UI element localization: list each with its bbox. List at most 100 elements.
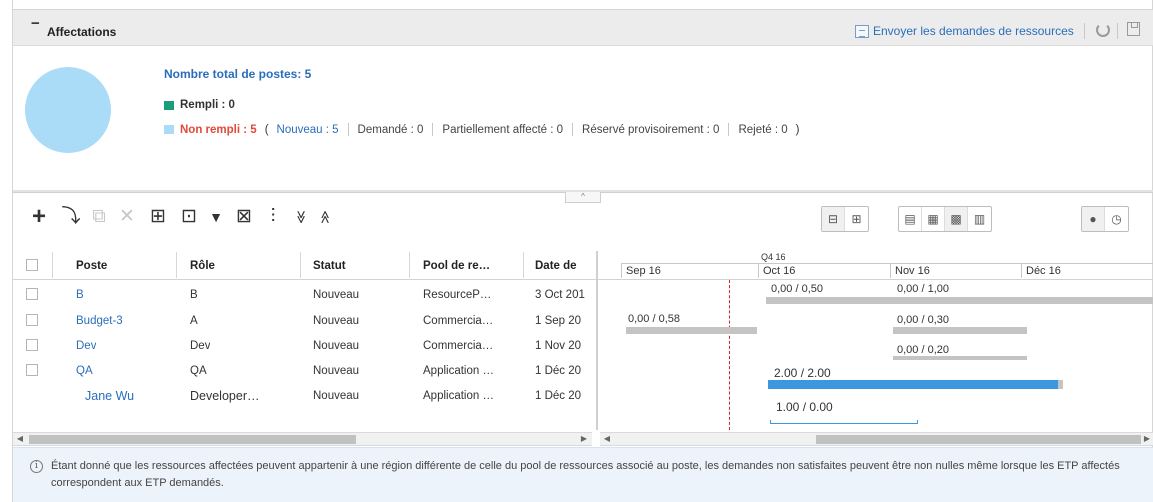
column-header-resource-pool[interactable]: Pool de re… <box>423 252 490 280</box>
grid-gantt-divider[interactable] <box>596 251 598 430</box>
section-title: Affectations <box>47 25 117 39</box>
add-icon[interactable]: + <box>29 205 49 229</box>
assigned-bar-end <box>1058 380 1063 389</box>
allocation-bar[interactable] <box>893 356 1027 360</box>
row-checkbox[interactable] <box>26 314 38 326</box>
allocation-label: 0,00 / 1,00 <box>897 283 949 295</box>
pool-cell: Application … <box>423 390 494 402</box>
row-checkbox[interactable] <box>26 364 38 376</box>
export-icon[interactable]: ⊠ <box>234 207 254 227</box>
month-label: Déc 16 <box>1021 264 1153 278</box>
filter-icon[interactable]: ▼ <box>207 207 225 227</box>
row-checkbox[interactable] <box>26 288 38 300</box>
column-divider <box>523 252 524 278</box>
refresh-icon[interactable] <box>1096 23 1110 37</box>
stat-divider <box>432 123 434 136</box>
filled-label: Rempli : 0 <box>180 99 235 111</box>
clock-icon[interactable]: ◷ <box>1105 207 1128 231</box>
close-paren: ) <box>795 123 800 136</box>
splitter-handle[interactable]: ^ <box>565 192 601 203</box>
pool-cell: ResourceP… <box>423 289 492 301</box>
status-cell: Nouveau <box>313 365 360 377</box>
grid-horizontal-scrollbar[interactable]: ◀ ▶ <box>13 432 592 446</box>
status-cell: Nouveau <box>313 390 360 402</box>
scroll-left-icon[interactable]: ◀ <box>14 433 26 445</box>
allocation-label: 1.00 / 0.00 <box>776 400 833 414</box>
assigned-bar[interactable] <box>768 380 1060 389</box>
column-header-status[interactable]: Statut <box>313 252 346 280</box>
allocation-bar[interactable] <box>626 327 757 334</box>
new-status-link[interactable]: Nouveau : 5 <box>277 124 339 136</box>
scroll-right-icon[interactable]: ▶ <box>578 433 590 445</box>
column-header-position[interactable]: Poste <box>76 252 107 280</box>
unfilled-label: Non rempli : 5 <box>180 123 257 136</box>
pool-cell: Commercia… <box>423 315 494 327</box>
delete-icon[interactable]: ✕ <box>117 207 137 227</box>
rejected-status: Rejeté : 0 <box>738 123 788 136</box>
unfilled-swatch <box>164 125 174 134</box>
pool-cell: Commercia… <box>423 340 494 352</box>
collapse-toggle[interactable]: − <box>31 16 40 31</box>
stat-divider <box>347 123 349 136</box>
import-icon[interactable]: ⤵ <box>61 207 81 227</box>
expand-all-icon[interactable]: ≫ <box>291 209 311 225</box>
week-scale-icon[interactable]: ▥ <box>968 207 991 231</box>
column-header-role[interactable]: Rôle <box>190 252 215 280</box>
column-divider <box>52 252 53 278</box>
grid-view-icon[interactable]: ⊞ <box>845 207 868 231</box>
grid-header-border <box>13 279 1153 280</box>
position-link[interactable]: QA <box>76 360 93 382</box>
gantt-horizontal-scrollbar[interactable]: ◀ ▶ <box>600 432 1153 446</box>
column-header-start-date[interactable]: Date de <box>535 252 595 280</box>
scroll-left-icon[interactable]: ◀ <box>601 433 613 445</box>
today-marker <box>729 280 730 430</box>
scrollbar-thumb[interactable] <box>816 435 1141 444</box>
row-checkbox[interactable] <box>26 339 38 351</box>
role-cell: A <box>190 315 198 327</box>
open-paren: ( <box>264 123 269 136</box>
schedule-icon[interactable]: ⊡ <box>179 207 199 227</box>
assignments-panel: − Affectations Envoyer les demandes de r… <box>12 0 1153 502</box>
resource-link[interactable]: Jane Wu <box>85 385 134 407</box>
copy-icon[interactable]: ⧉ <box>89 207 109 227</box>
person-icon[interactable]: ● <box>1082 207 1105 231</box>
split-view-icon[interactable]: ⊟ <box>822 207 845 231</box>
scrollbar-thumb[interactable] <box>29 435 356 444</box>
position-link[interactable]: Budget-3 <box>76 310 123 332</box>
status-cell: Nouveau <box>313 315 360 327</box>
header-divider <box>1117 23 1118 39</box>
date-cell: 1 Déc 20 <box>535 365 582 377</box>
column-divider <box>409 252 410 278</box>
pool-cell: Application … <box>423 365 494 377</box>
quarter-scale-icon[interactable]: ▦ <box>922 207 945 231</box>
partially-assigned-status: Partiellement affecté : 0 <box>442 123 564 136</box>
allocation-bar[interactable] <box>893 327 1027 334</box>
allocation-label: 0,00 / 0,30 <box>897 314 949 326</box>
save-icon[interactable] <box>1127 22 1140 36</box>
chart-icon[interactable]: ⫶ <box>263 207 283 227</box>
year-scale-icon[interactable]: ▤ <box>899 207 922 231</box>
collapse-all-icon[interactable]: ≪ <box>315 209 335 225</box>
month-scale-icon[interactable]: ▩ <box>945 207 968 231</box>
column-divider <box>300 252 301 278</box>
allocation-bar[interactable] <box>766 297 1153 304</box>
date-cell: 1 Déc 20 <box>535 390 582 402</box>
resource-assignment-bracket[interactable] <box>770 420 918 424</box>
time-scale-group: ▤ ▦ ▩ ▥ <box>898 206 992 232</box>
role-cell: QA <box>190 365 207 377</box>
scroll-right-icon[interactable]: ▶ <box>1141 433 1153 445</box>
allocation-label: 2.00 / 2.00 <box>774 366 831 380</box>
status-cell: Nouveau <box>313 340 360 352</box>
info-message: Étant donné que les ressources affectées… <box>51 460 1120 489</box>
quarter-label: Q4 16 <box>761 252 786 262</box>
column-divider <box>176 252 177 278</box>
position-link[interactable]: Dev <box>76 335 96 357</box>
resource-finder-icon[interactable]: ⊞ <box>147 207 169 227</box>
soft-booked-status: Réservé provisoirement : 0 <box>582 123 720 136</box>
send-resource-requests-link[interactable]: Envoyer les demandes de ressources <box>855 24 1074 38</box>
month-label: Sep 16 <box>621 264 758 278</box>
position-link[interactable]: B <box>76 284 84 306</box>
select-all-checkbox[interactable] <box>26 259 38 271</box>
header-divider <box>1084 23 1085 39</box>
stat-divider <box>572 123 574 136</box>
